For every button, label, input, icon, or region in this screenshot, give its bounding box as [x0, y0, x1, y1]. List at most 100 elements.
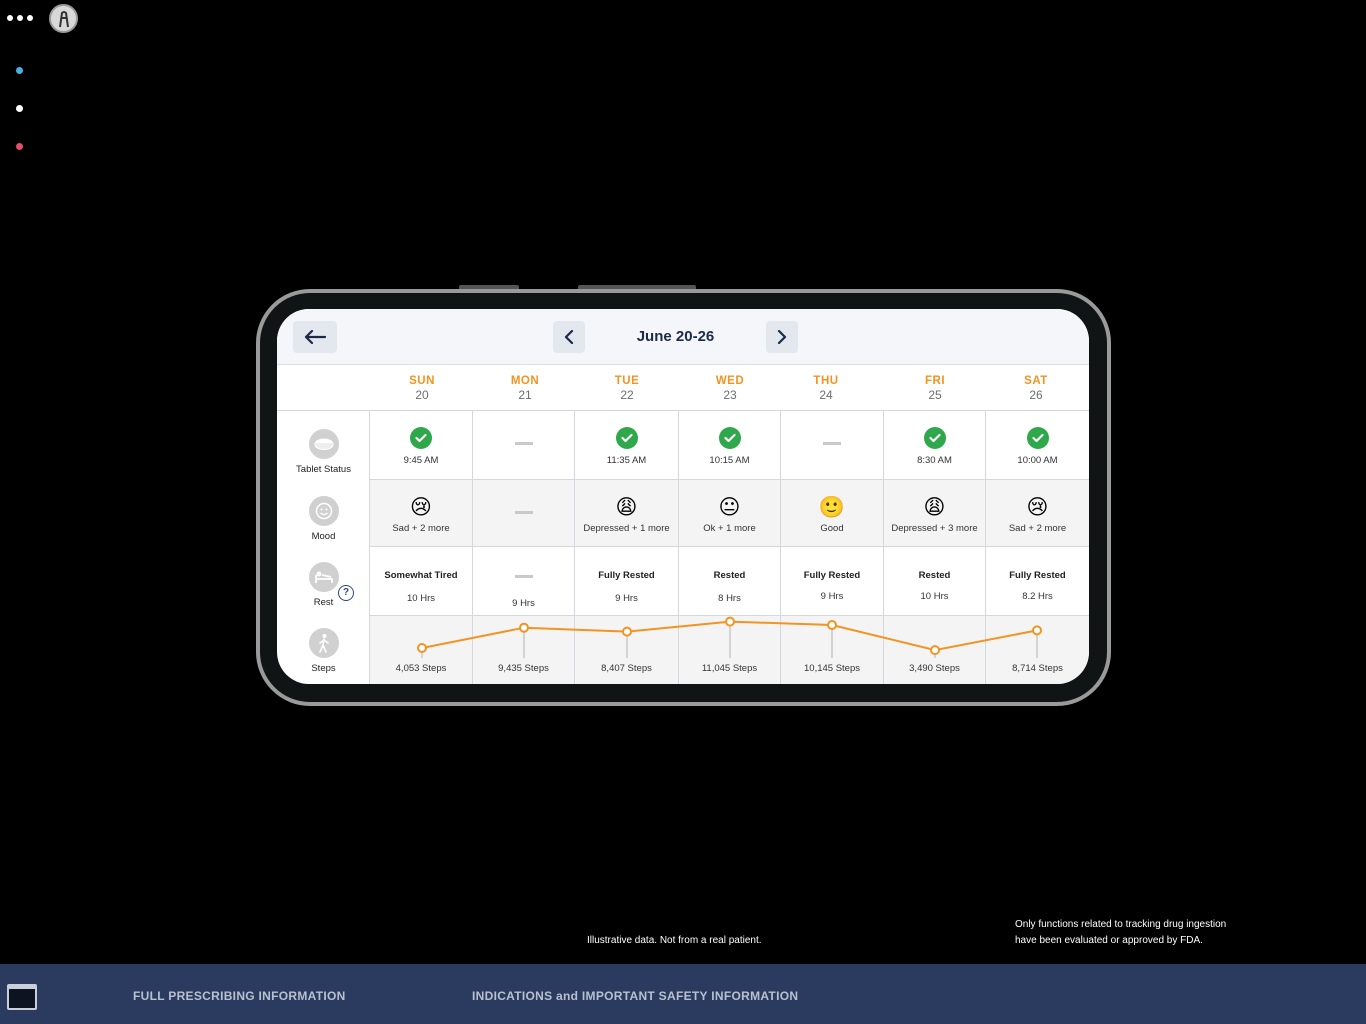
rest-row: Somewhat Tired 10 Hrs 9 Hrs Fully Rested 9… [370, 547, 1089, 616]
previous-week-button[interactable] [553, 321, 585, 353]
back-button[interactable] [293, 321, 337, 353]
day-name: WED [715, 375, 745, 387]
day-name: TUE [614, 375, 640, 387]
steps-point[interactable] [827, 620, 837, 630]
chevron-left-icon [564, 330, 574, 344]
rest-cell[interactable]: Rested 8 Hrs [679, 547, 781, 615]
rest-hours: 9 Hrs [615, 593, 638, 604]
day-date: 22 [620, 388, 634, 402]
rest-quality: Rested [713, 570, 746, 581]
rest-cell[interactable]: Somewhat Tired 10 Hrs [370, 547, 473, 615]
empty-dash [514, 511, 533, 514]
tablet-time: 8:30 AM [917, 455, 952, 466]
rest-cell[interactable]: Rested 10 Hrs [884, 547, 986, 615]
sad-emoji-icon: 😢 [1026, 495, 1049, 519]
tablet-status-label: Tablet Status [277, 429, 370, 475]
check-icon [718, 427, 741, 449]
tablet-cell[interactable]: 10:15 AM [679, 411, 781, 479]
mood-label: Mood [277, 496, 370, 542]
safety-info-link[interactable]: INDICATIONS and IMPORTANT SAFETY INFORMA… [472, 989, 798, 1003]
tablet-time: 10:15 AM [709, 455, 750, 466]
day-name: MON [510, 375, 540, 387]
nav-dot-3[interactable] [16, 143, 23, 150]
more-dots-icon[interactable] [7, 13, 33, 23]
rest-cell[interactable]: Fully Rested 9 Hrs [781, 547, 884, 615]
tablet-cell[interactable]: 9:45 AM [370, 411, 473, 479]
rest-cell[interactable]: Fully Rested 9 Hrs [575, 547, 679, 615]
row-label: Tablet Status [296, 464, 351, 475]
sad-emoji-icon: 😢 [410, 495, 432, 519]
mood-text: Good [820, 523, 844, 534]
rest-hours: 8.2 Hrs [1022, 591, 1053, 602]
bed-icon [308, 562, 339, 592]
steps-point[interactable] [930, 645, 940, 656]
steps-point[interactable] [519, 622, 529, 633]
day-date: 26 [1029, 388, 1043, 402]
empty-dash [514, 442, 533, 445]
rest-hours: 10 Hrs [407, 593, 435, 604]
nav-dot-2[interactable] [16, 105, 23, 112]
empty-dash [514, 575, 533, 578]
tablet-cell[interactable]: 11:35 AM [575, 411, 679, 479]
row-label-column: Tablet Status Mood Rest ? Steps [277, 411, 370, 684]
tablet-cell[interactable] [781, 411, 884, 479]
rest-hours: 9 Hrs [512, 598, 535, 609]
mood-cell[interactable]: 🙂 Good [781, 480, 884, 546]
mood-cell[interactable]: 😩 Depressed + 1 more [575, 480, 679, 546]
next-week-button[interactable] [766, 321, 798, 353]
check-icon [923, 427, 946, 449]
day-name: SUN [409, 375, 435, 387]
window-icon[interactable] [7, 984, 37, 1010]
day-date: 23 [723, 388, 737, 402]
help-icon[interactable]: ? [338, 585, 354, 601]
rest-cell[interactable]: Fully Rested 8.2 Hrs [986, 547, 1089, 615]
mood-text: Sad + 2 more [392, 523, 450, 534]
mood-text: Depressed + 1 more [583, 523, 670, 534]
check-icon [1026, 427, 1049, 449]
rest-quality: Fully Rested [1009, 570, 1066, 581]
fda-note-line: Only functions related to tracking drug … [1015, 919, 1227, 930]
neutral-emoji-icon: 😐 [718, 495, 741, 519]
steps-point[interactable] [725, 616, 735, 627]
bottom-bar: FULL PRESCRIBING INFORMATION INDICATIONS… [0, 964, 1366, 1024]
day-date: 25 [928, 388, 942, 402]
steps-point[interactable] [417, 643, 427, 653]
rest-quality: Rested [918, 570, 951, 581]
mood-cell[interactable]: 😢 Sad + 2 more [370, 480, 473, 546]
mood-text: Depressed + 3 more [891, 523, 978, 534]
day-column-head: SAT 26 [986, 375, 1086, 402]
logo-icon[interactable] [49, 4, 78, 33]
day-date: 24 [819, 388, 833, 402]
rest-hours: 10 Hrs [920, 591, 949, 602]
tablet-cell[interactable]: 8:30 AM [884, 411, 986, 479]
nav-dot-1[interactable] [16, 67, 23, 74]
week-header: June 20-26 [277, 309, 1089, 365]
mood-cell[interactable]: 😩 Depressed + 3 more [884, 480, 986, 546]
mood-cell[interactable] [473, 480, 575, 546]
row-label: Rest [313, 597, 334, 608]
tablet-cell[interactable]: 10:00 AM [986, 411, 1089, 479]
smile-emoji-icon: 🙂 [818, 495, 846, 519]
check-icon [410, 427, 432, 449]
depressed-emoji-icon: 😩 [923, 495, 946, 519]
empty-dash [823, 442, 841, 445]
mood-cell[interactable]: 😐 Ok + 1 more [679, 480, 781, 546]
tablet-cell[interactable] [473, 411, 575, 479]
rest-cell[interactable]: 9 Hrs [473, 547, 575, 615]
day-column-head: MON 21 [475, 375, 575, 402]
steps-point[interactable] [1032, 625, 1042, 636]
depressed-emoji-icon: 😩 [615, 495, 638, 519]
tracking-grid: Tablet Status Mood Rest ? Steps 9:45 AM … [277, 411, 1089, 684]
rest-hours: 8 Hrs [718, 593, 741, 604]
rest-quality: Fully Rested [803, 570, 861, 581]
row-label: Steps [311, 663, 336, 674]
tablet-status-row: 9:45 AM 11:35 AM 10:15 AM 8:30 AM 10:00 … [370, 411, 1089, 480]
day-date: 20 [415, 388, 429, 402]
check-icon [615, 427, 638, 449]
phone-screen: June 20-26 SUN 20 MON 21 TUE 22 WED 23 THU 24… [277, 309, 1089, 684]
rest-quality: Fully Rested [598, 570, 655, 581]
row-label: Mood [311, 531, 336, 542]
prescribing-info-link[interactable]: FULL PRESCRIBING INFORMATION [133, 989, 346, 1003]
steps-point[interactable] [622, 626, 632, 637]
mood-cell[interactable]: 😢 Sad + 2 more [986, 480, 1089, 546]
